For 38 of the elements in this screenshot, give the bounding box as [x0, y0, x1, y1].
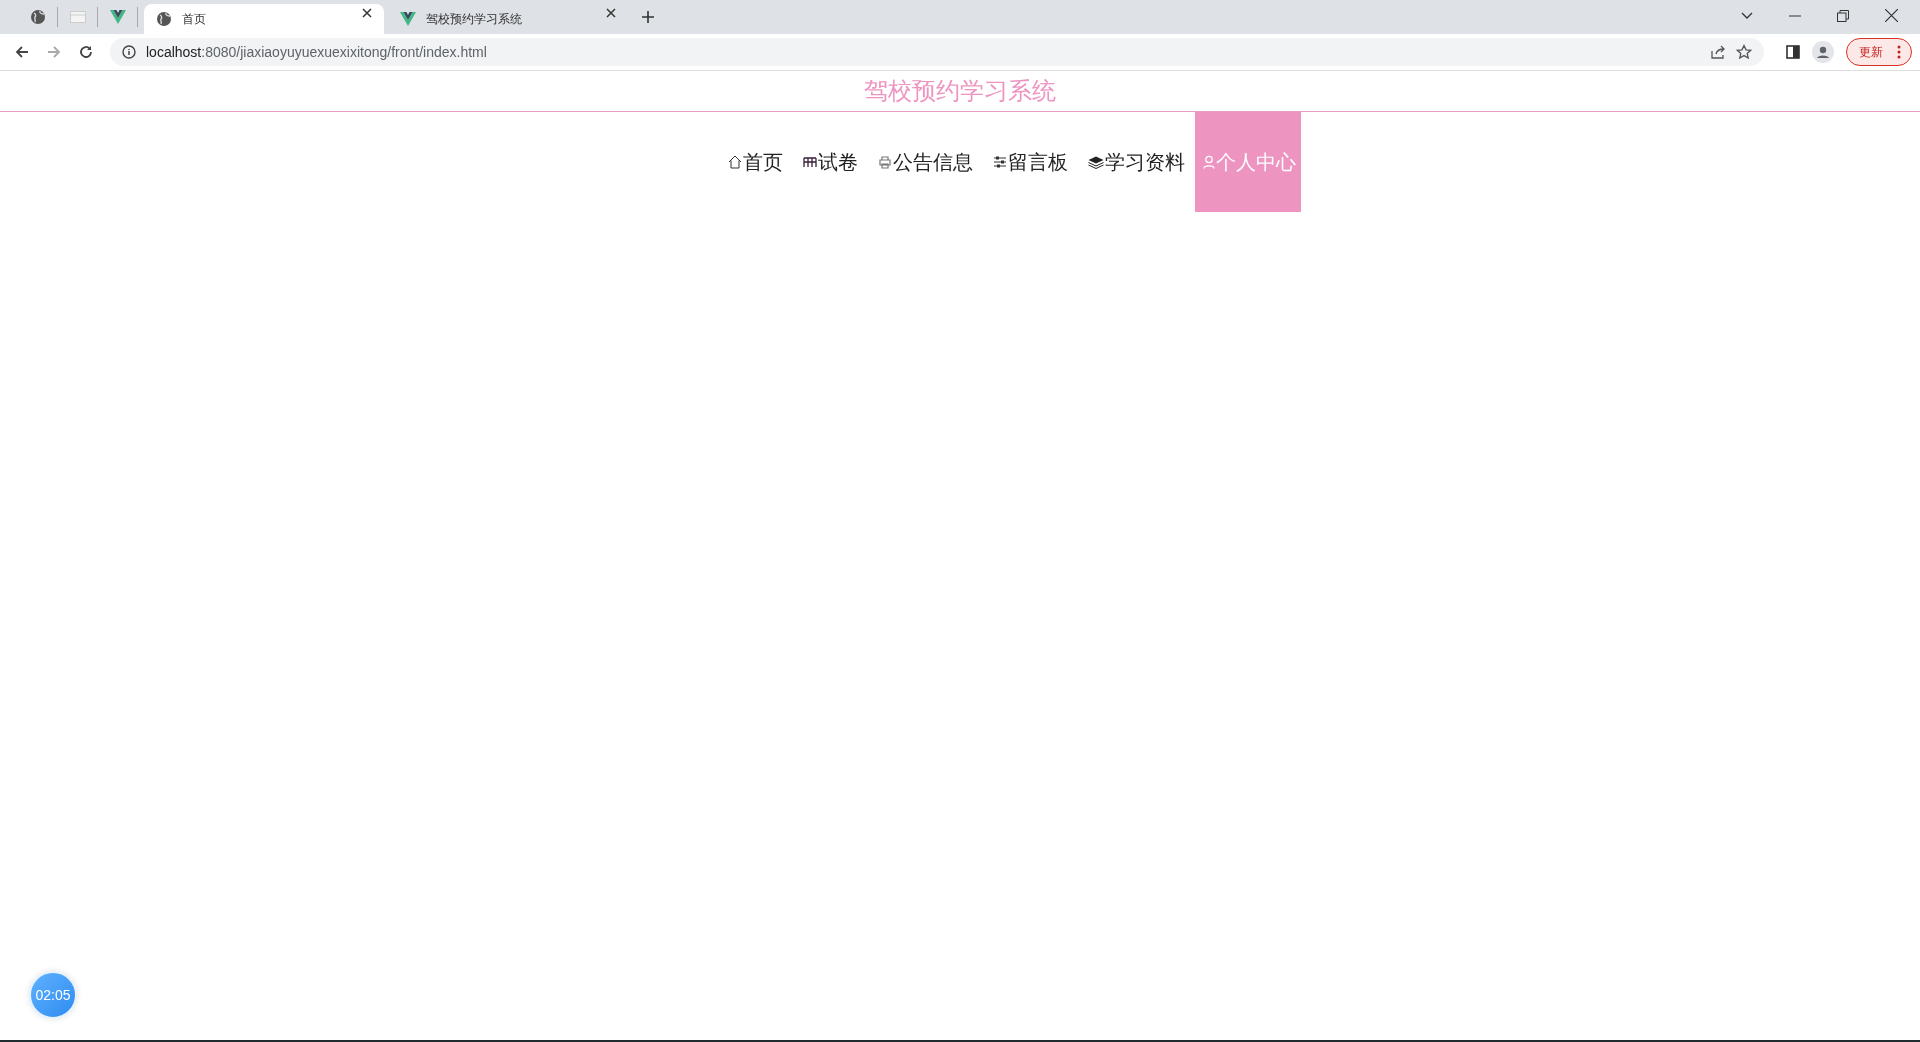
- new-tab-icon[interactable]: [642, 11, 654, 23]
- nav-link[interactable]: 公告信息: [867, 112, 983, 212]
- browser-tab[interactable]: 首页: [144, 4, 384, 34]
- site-title: 驾校预约学习系统: [864, 76, 1056, 106]
- url-text[interactable]: localhost:8080/jiaxiaoyuyuexuexixitong/front/index.html: [146, 44, 487, 60]
- profile-icon[interactable]: [1812, 41, 1834, 63]
- sliders-icon: [992, 156, 1007, 168]
- browser-tab[interactable]: 驾校预约学习系统: [388, 4, 628, 34]
- v-logo-icon: [109, 10, 126, 24]
- tab-title: 驾校预约学习系统: [426, 10, 523, 28]
- nav-link[interactable]: 学习资料: [1077, 112, 1195, 212]
- update-button[interactable]: 更新: [1846, 38, 1912, 66]
- user-icon: [1202, 155, 1215, 169]
- layers-icon: [1087, 155, 1104, 169]
- close-icon[interactable]: [1885, 9, 1898, 22]
- address-bar[interactable]: localhost:8080/jiaxiaoyuyuexuexixitong/front/index.html: [110, 38, 1764, 66]
- nav-link[interactable]: 留言板: [982, 112, 1078, 212]
- nav-link[interactable]: 首页: [717, 112, 793, 212]
- restore-icon[interactable]: [1837, 10, 1849, 22]
- share-icon[interactable]: [1710, 44, 1726, 60]
- home-icon: [727, 155, 742, 169]
- close-icon[interactable]: [606, 8, 616, 18]
- side-panel-icon[interactable]: [1786, 45, 1800, 59]
- printer-icon: [877, 155, 892, 169]
- globe-icon: [29, 9, 46, 25]
- info-icon[interactable]: [122, 45, 136, 59]
- tab-title: 首页: [182, 10, 207, 28]
- v-logo-icon: [400, 12, 416, 26]
- more-icon: [1897, 45, 1901, 59]
- star-icon[interactable]: [1736, 44, 1752, 60]
- globe-icon: [156, 11, 172, 27]
- sheet-icon: [69, 11, 86, 23]
- back-icon[interactable]: [14, 44, 30, 60]
- reload-icon[interactable]: [78, 44, 94, 60]
- chevron-down-icon[interactable]: [1741, 12, 1753, 20]
- close-icon[interactable]: [362, 8, 372, 18]
- nav-link[interactable]: 试卷: [792, 112, 868, 212]
- grid-icon: [802, 156, 817, 168]
